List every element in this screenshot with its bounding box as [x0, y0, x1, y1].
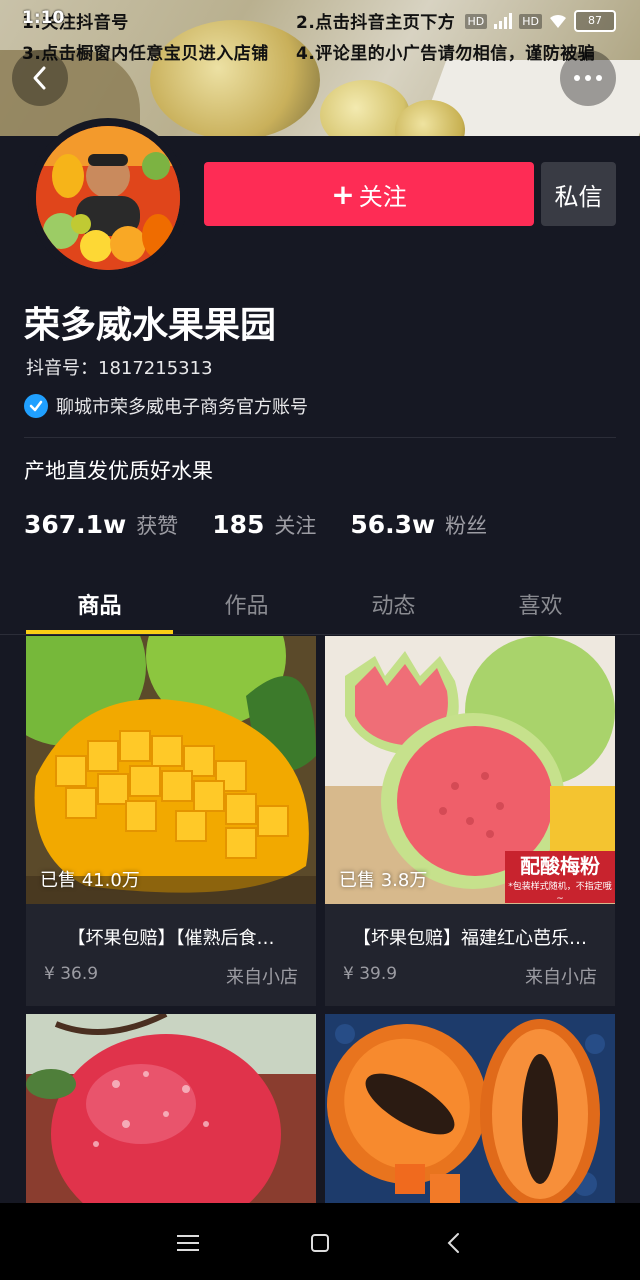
followers-label[interactable]: 粉丝	[445, 510, 487, 540]
follow-button-label: 关注	[358, 182, 407, 211]
verified-text: 聊城市荣多威电子商务官方账号	[56, 397, 308, 418]
profile-bio: 产地直发优质好水果	[24, 459, 213, 483]
message-button-label: 私信	[554, 182, 603, 211]
product-price: ¥ 39.9	[343, 964, 398, 984]
menu-button[interactable]	[168, 1225, 208, 1261]
product-title: 【坏果包赔】福建红心芭乐…	[353, 928, 587, 949]
following-label[interactable]: 关注	[274, 510, 316, 540]
promo-note: *包装样式随机，不指定哦~	[508, 882, 612, 904]
verified-check-icon	[24, 394, 48, 418]
status-time: 1:10	[22, 8, 65, 28]
menu-icon	[177, 1235, 199, 1251]
product-shop: 来自小店	[226, 967, 298, 988]
divider	[24, 437, 616, 438]
wifi-icon	[550, 14, 566, 28]
durian-flesh-shape	[150, 20, 320, 136]
tab-works[interactable]: 作品	[173, 588, 320, 620]
tabs-divider	[0, 634, 640, 635]
chevron-left-icon	[33, 66, 46, 90]
apple-photo	[26, 1014, 316, 1203]
profile-tabs: 商品 作品 动态 喜欢	[0, 578, 640, 634]
status-icons: HD HD 87	[464, 10, 616, 32]
likes-count: 367.1w	[24, 510, 127, 539]
likes-label: 获赞	[136, 514, 179, 538]
sold-count: 已售 41.0万	[40, 870, 140, 891]
more-dots-icon	[574, 75, 602, 81]
douyin-id: 抖音号：1817215313	[26, 358, 213, 379]
product-image	[26, 636, 316, 904]
home-square-icon	[311, 1234, 329, 1252]
cover-notice-4: 4.评论里的小广告请勿相信，谨防被骗	[296, 44, 596, 64]
sold-count: 已售 3.8万	[339, 870, 428, 891]
system-nav-bar	[0, 1203, 640, 1280]
back-button[interactable]	[12, 50, 68, 106]
message-button[interactable]: 私信	[541, 162, 616, 226]
battery-icon: 87	[574, 10, 616, 32]
home-button[interactable]	[300, 1225, 340, 1261]
system-back-button[interactable]	[434, 1225, 474, 1261]
hd-signal-badge: HD	[464, 13, 488, 29]
avatar[interactable]	[36, 126, 180, 270]
promo-text: 配酸梅粉	[520, 854, 600, 878]
product-card[interactable]	[26, 1014, 316, 1203]
verified-account: 聊城市荣多威电子商务官方账号	[24, 393, 308, 419]
plus-icon: +	[331, 177, 355, 211]
tab-likes[interactable]: 喜欢	[467, 588, 614, 620]
followers-count[interactable]: 56.3w	[350, 510, 435, 539]
profile-name: 荣多威水果果园	[24, 305, 277, 346]
tab-products[interactable]: 商品	[26, 588, 173, 620]
product-card[interactable]	[325, 1014, 615, 1203]
promo-badge: 配酸梅粉 *包装样式随机，不指定哦~	[505, 851, 615, 904]
profile-stats: 367.1w 获赞 185 关注 56.3w 粉丝	[24, 510, 521, 540]
mango-photo	[26, 636, 316, 904]
papaya-photo	[325, 1014, 615, 1203]
product-shop: 来自小店	[525, 967, 597, 988]
cover-notice-2: 2.点击抖音主页下方	[296, 13, 456, 33]
following-count[interactable]: 185	[212, 510, 264, 539]
signal-icon	[494, 13, 513, 29]
tab-activity[interactable]: 动态	[320, 588, 467, 620]
more-options-button[interactable]	[560, 50, 616, 106]
back-triangle-icon	[447, 1233, 459, 1253]
avatar-photo	[36, 126, 180, 270]
hd-signal-badge-2: HD	[519, 13, 542, 29]
product-title: 【坏果包赔】【催熟后食…	[67, 928, 275, 949]
product-price: ¥ 36.9	[44, 964, 99, 984]
follow-button[interactable]: + 关注	[204, 162, 534, 226]
product-card[interactable]: 配酸梅粉 *包装样式随机，不指定哦~ 已售 3.8万 【坏果包赔】福建红心芭乐……	[325, 636, 615, 1006]
product-card[interactable]: 已售 41.0万 【坏果包赔】【催熟后食… ¥ 36.9 来自小店	[26, 636, 316, 1006]
